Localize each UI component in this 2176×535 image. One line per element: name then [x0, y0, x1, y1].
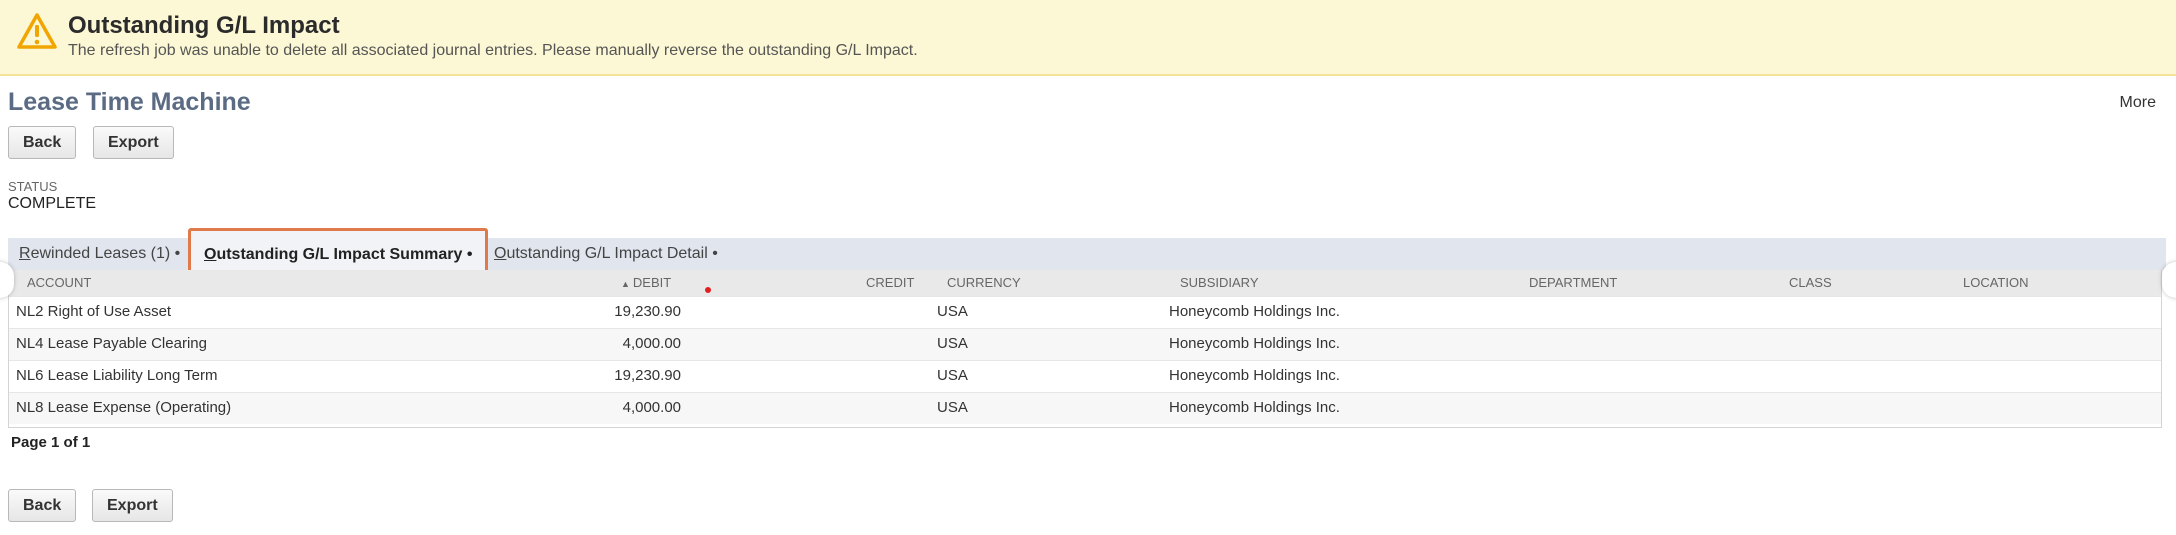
table-header: ACCOUNT ▲ DEBIT CREDIT CURRENCY SUBSIDIAR… — [9, 270, 2161, 296]
tab-accesskey: O — [494, 245, 507, 262]
cell-subsidiary: Honeycomb Holdings Inc. — [1169, 303, 1340, 320]
column-header-account[interactable]: ACCOUNT — [27, 270, 91, 296]
column-header-debit-label: DEBIT — [632, 275, 672, 290]
alert-banner: Outstanding G/L Impact The refresh job w… — [0, 0, 2176, 76]
export-button-bottom[interactable]: Export — [92, 489, 173, 522]
subtab-bar: Rewinded Leases (1) • Outstanding G/L Im… — [8, 228, 2166, 278]
tab-rewinded-leases[interactable]: Rewinded Leases (1) • — [19, 238, 180, 270]
cell-subsidiary: Honeycomb Holdings Inc. — [1169, 399, 1340, 416]
scroll-right-handle[interactable] — [2162, 262, 2176, 298]
red-dot-marker — [705, 287, 711, 293]
back-button[interactable]: Back — [8, 126, 77, 159]
page-indicator: Page 1 of 1 — [11, 434, 91, 451]
more-menu[interactable]: More — [2120, 94, 2156, 112]
cell-debit: 4,000.00 — [622, 399, 681, 416]
sort-ascending-icon: ▲ — [621, 279, 630, 289]
table-row[interactable]: NL8 Lease Expense (Operating) 4,000.00 U… — [9, 392, 2161, 424]
export-button[interactable]: Export — [93, 126, 174, 159]
cell-subsidiary: Honeycomb Holdings Inc. — [1169, 335, 1340, 352]
tab-label: utstanding G/L Impact Summary — [216, 246, 463, 263]
cell-debit: 19,230.90 — [614, 367, 681, 384]
cell-subsidiary: Honeycomb Holdings Inc. — [1169, 367, 1340, 384]
tab-label: ewinded Leases (1) — [30, 245, 171, 262]
cell-credit — [809, 329, 921, 359]
table-row[interactable]: NL4 Lease Payable Clearing 4,000.00 USA … — [9, 328, 2161, 360]
tab-outstanding-gl-impact-detail[interactable]: Outstanding G/L Impact Detail • — [494, 238, 718, 270]
column-header-subsidiary[interactable]: SUBSIDIARY — [1180, 270, 1259, 296]
table-row[interactable]: NL6 Lease Liability Long Term 19,230.90 … — [9, 360, 2161, 392]
page-title: Lease Time Machine — [8, 88, 251, 116]
cell-credit — [809, 393, 921, 423]
column-header-credit[interactable]: CREDIT — [866, 270, 914, 296]
column-header-department[interactable]: DEPARTMENT — [1529, 270, 1617, 296]
tab-dot: • — [174, 245, 181, 262]
tab-dot: • — [466, 246, 473, 263]
status-label: STATUS — [8, 179, 58, 194]
column-header-debit[interactable]: ▲ DEBIT — [621, 270, 671, 296]
cell-account: NL6 Lease Liability Long Term — [16, 367, 218, 384]
cell-account: NL2 Right of Use Asset — [16, 303, 172, 320]
column-header-class[interactable]: CLASS — [1789, 270, 1832, 296]
cell-credit — [809, 361, 921, 391]
cell-account: NL4 Lease Payable Clearing — [16, 335, 207, 352]
cell-currency: USA — [937, 367, 968, 384]
tab-accesskey: R — [19, 245, 31, 262]
tab-accesskey: O — [204, 246, 217, 263]
gl-impact-table: ACCOUNT ▲ DEBIT CREDIT CURRENCY SUBSIDIAR… — [8, 270, 2162, 428]
cell-debit: 19,230.90 — [614, 303, 681, 320]
alert-title: Outstanding G/L Impact — [68, 12, 340, 39]
tab-dot: • — [712, 245, 718, 262]
alert-message: The refresh job was unable to delete all… — [68, 42, 918, 59]
cell-currency: USA — [937, 303, 968, 320]
back-button-bottom[interactable]: Back — [8, 489, 77, 522]
warning-triangle-icon — [17, 13, 57, 49]
column-header-currency[interactable]: CURRENCY — [947, 270, 1021, 296]
cell-currency: USA — [937, 399, 968, 416]
status-value: COMPLETE — [8, 195, 97, 212]
cell-credit — [809, 297, 921, 327]
tab-label: utstanding G/L Impact Detail — [506, 245, 708, 262]
cell-currency: USA — [937, 335, 968, 352]
column-header-location[interactable]: LOCATION — [1963, 270, 2029, 296]
cell-account: NL8 Lease Expense (Operating) — [16, 399, 232, 416]
cell-debit: 4,000.00 — [622, 335, 681, 352]
table-row[interactable]: NL2 Right of Use Asset 19,230.90 USA Hon… — [9, 296, 2161, 328]
